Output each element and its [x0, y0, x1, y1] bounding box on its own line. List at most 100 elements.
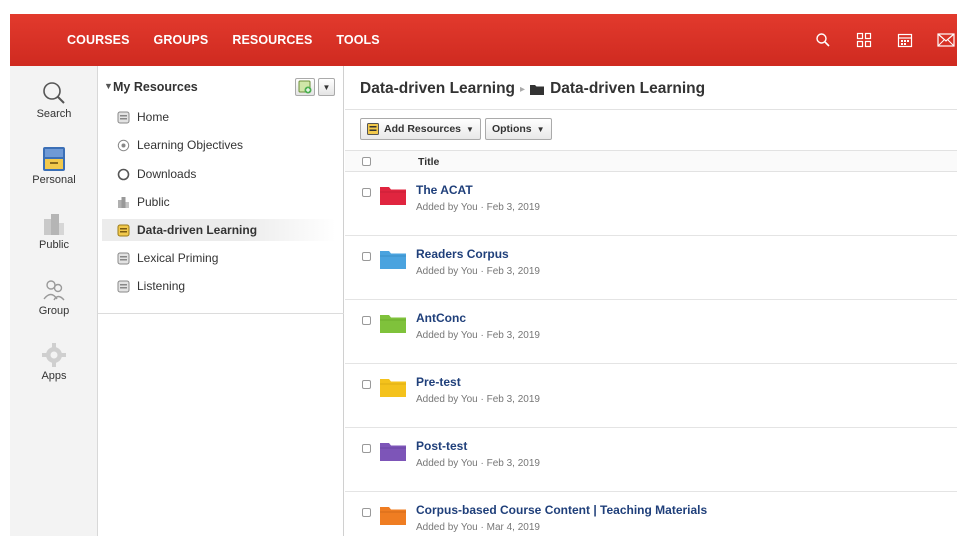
- breadcrumb-current: Data-driven Learning: [550, 80, 706, 97]
- rail-public-label: Public: [39, 239, 69, 251]
- add-resource-button[interactable]: [295, 78, 315, 96]
- row-checkbox[interactable]: [362, 380, 371, 389]
- row-title[interactable]: Pre-test: [416, 375, 461, 389]
- row-checkbox[interactable]: [362, 444, 371, 453]
- target-icon: [116, 138, 130, 152]
- grid-icon[interactable]: [853, 29, 875, 51]
- nav-courses[interactable]: COURSES: [67, 33, 130, 47]
- caret-down-icon[interactable]: ▼: [104, 81, 113, 91]
- row-title[interactable]: Post-test: [416, 439, 467, 453]
- search-icon: [43, 82, 65, 104]
- breadcrumb-parent[interactable]: Data-driven Learning: [360, 80, 515, 98]
- row-meta: Added by You · Feb 3, 2019: [416, 394, 540, 405]
- public-icon: [44, 214, 64, 235]
- folder-icon: [380, 315, 406, 333]
- divider: [98, 313, 344, 314]
- add-resources-button[interactable]: Add Resources ▼: [360, 118, 481, 140]
- row-title[interactable]: Readers Corpus: [416, 247, 509, 261]
- rail-apps-label: Apps: [41, 370, 67, 382]
- tree-item-home[interactable]: Home: [116, 106, 336, 128]
- options-label: Options: [491, 123, 532, 135]
- tree-item-learning-objectives[interactable]: Learning Objectives: [116, 134, 336, 156]
- row-meta: Added by You · Mar 4, 2019: [416, 522, 540, 533]
- tree-item-label: Data-driven Learning: [137, 223, 258, 237]
- tree-item-label: Public: [137, 195, 170, 209]
- breadcrumb: Data-driven Learning ▸ Data-driven Learn…: [360, 80, 705, 98]
- rail-search-label: Search: [36, 108, 72, 120]
- row-title[interactable]: AntConc: [416, 311, 466, 325]
- table-row[interactable]: Corpus-based Course Content | Teaching M…: [345, 493, 957, 536]
- table-row[interactable]: Pre-test Added by You · Feb 3, 2019: [345, 365, 957, 428]
- tree-item-data-driven-learning[interactable]: Data-driven Learning: [102, 219, 336, 241]
- rail-group-label: Group: [38, 305, 70, 317]
- row-checkbox[interactable]: [362, 252, 371, 261]
- table-row[interactable]: Readers Corpus Added by You · Feb 3, 201…: [345, 237, 957, 300]
- tree-menu-button[interactable]: ▼: [318, 78, 335, 96]
- tree-item-public[interactable]: Public: [116, 191, 336, 213]
- main-content: Data-driven Learning ▸ Data-driven Learn…: [345, 66, 957, 536]
- folder-icon: [380, 443, 406, 461]
- tree-item-label: Home: [137, 110, 170, 124]
- folder-icon: [380, 251, 406, 269]
- row-meta: Added by You · Feb 3, 2019: [416, 458, 540, 469]
- select-all-checkbox[interactable]: [362, 157, 371, 166]
- tree-item-listening[interactable]: Listening: [116, 275, 336, 297]
- tree-item-label: Listening: [137, 279, 186, 293]
- title-column-header[interactable]: Title: [418, 156, 439, 168]
- mail-icon[interactable]: [935, 29, 957, 51]
- search-icon[interactable]: [812, 29, 834, 51]
- add-drawer-icon: [298, 80, 312, 94]
- tree-header: ▼ My Resources ▼: [98, 78, 344, 98]
- tree-title[interactable]: My Resources: [113, 80, 198, 94]
- circle-icon: [116, 167, 130, 181]
- tree-item-lexical-priming[interactable]: Lexical Priming: [116, 247, 336, 269]
- row-checkbox[interactable]: [362, 316, 371, 325]
- rail-personal[interactable]: Personal: [10, 146, 98, 186]
- nav-resources[interactable]: RESOURCES: [232, 33, 312, 47]
- tree-item-downloads[interactable]: Downloads: [116, 163, 336, 185]
- table-row[interactable]: AntConc Added by You · Feb 3, 2019: [345, 301, 957, 364]
- add-resources-icon: [367, 123, 379, 135]
- row-meta: Added by You · Feb 3, 2019: [416, 202, 540, 213]
- add-resources-label: Add Resources: [384, 123, 462, 135]
- resource-tree: ▼ My Resources ▼ Home Learning Objective…: [98, 66, 344, 536]
- group-icon: [43, 280, 65, 301]
- table-row[interactable]: Post-test Added by You · Feb 3, 2019: [345, 429, 957, 492]
- toolbar: Add Resources ▼ Options ▼: [360, 118, 556, 140]
- folder-icon: [380, 187, 406, 205]
- rail-personal-label: Personal: [32, 174, 76, 186]
- divider: [345, 109, 957, 110]
- table-header: Title: [345, 150, 957, 172]
- nav-groups[interactable]: GROUPS: [154, 33, 209, 47]
- row-title[interactable]: The ACAT: [416, 183, 473, 197]
- tree-item-label: Lexical Priming: [137, 251, 219, 265]
- rail-search[interactable]: Search: [10, 80, 98, 120]
- top-nav-bar: COURSES GROUPS RESOURCES TOOLS: [10, 14, 957, 66]
- tree-item-label: Downloads: [137, 167, 197, 181]
- top-icons: [793, 14, 957, 66]
- caret-down-icon: ▼: [466, 124, 474, 134]
- rail-apps[interactable]: Apps: [10, 342, 98, 382]
- options-button[interactable]: Options ▼: [484, 118, 552, 140]
- rail-group[interactable]: Group: [10, 277, 98, 317]
- drawer-icon: [116, 279, 130, 293]
- row-meta: Added by You · Feb 3, 2019: [416, 330, 540, 341]
- top-nav: COURSES GROUPS RESOURCES TOOLS: [67, 33, 404, 47]
- calendar-icon[interactable]: [894, 29, 916, 51]
- left-rail: Search Personal Public Group Apps: [10, 66, 98, 536]
- chevron-right-icon: ▸: [520, 83, 526, 95]
- public-icon: [116, 195, 130, 209]
- personal-icon: [43, 147, 65, 171]
- drawer-icon: [116, 223, 130, 237]
- row-checkbox[interactable]: [362, 188, 371, 197]
- rail-public[interactable]: Public: [10, 211, 98, 251]
- tree-item-label: Learning Objectives: [137, 138, 244, 152]
- folder-icon: [380, 507, 406, 525]
- caret-down-icon: ▼: [536, 124, 545, 134]
- row-checkbox[interactable]: [362, 508, 371, 517]
- row-meta: Added by You · Feb 3, 2019: [416, 266, 540, 277]
- folder-icon: [380, 379, 406, 397]
- row-title[interactable]: Corpus-based Course Content | Teaching M…: [416, 503, 707, 517]
- table-row[interactable]: The ACAT Added by You · Feb 3, 2019: [345, 173, 957, 236]
- nav-tools[interactable]: TOOLS: [336, 33, 379, 47]
